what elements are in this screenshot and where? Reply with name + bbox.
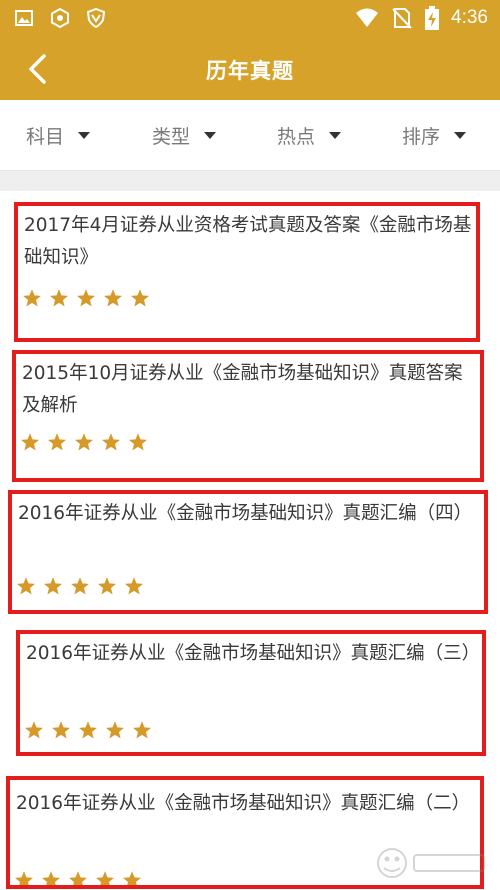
star-icon	[106, 721, 124, 739]
star-icon	[131, 289, 149, 307]
star-icon	[44, 577, 62, 595]
star-icon	[96, 871, 114, 889]
star-icon	[75, 433, 93, 451]
battery-charging-icon	[425, 6, 440, 30]
page-title: 历年真题	[206, 59, 294, 83]
no-sim-icon	[392, 8, 412, 29]
star-icon	[102, 433, 120, 451]
filter-subject[interactable]: 科目	[26, 122, 91, 149]
filter-bar: 科目 类型 热点 排序	[0, 100, 500, 171]
star-icon	[125, 577, 143, 595]
list-item[interactable]: 2016年证券从业《金融市场基础知识》真题汇编（四）	[8, 490, 488, 614]
star-icon	[48, 433, 66, 451]
star-icon	[133, 721, 151, 739]
star-icon	[79, 721, 97, 739]
star-icon	[17, 577, 35, 595]
filter-sort[interactable]: 排序	[402, 122, 467, 149]
filter-hotspot[interactable]: 热点	[277, 122, 342, 149]
image-icon	[15, 10, 33, 26]
star-icon	[50, 289, 68, 307]
rating-stars	[22, 288, 150, 308]
rating-stars	[14, 870, 142, 890]
star-icon	[25, 721, 43, 739]
watermark-logo	[377, 848, 485, 878]
filter-type[interactable]: 类型	[152, 122, 217, 149]
app-bar: 历年真题	[0, 38, 500, 100]
star-icon	[98, 577, 116, 595]
status-bar: 4:36	[0, 0, 500, 38]
filter-label: 热点	[277, 126, 316, 148]
caret-down-icon	[454, 132, 467, 139]
list-item[interactable]: 2016年证券从业《金融市场基础知识》真题汇编（三）	[16, 630, 486, 756]
item-title: 2017年4月证券从业资格考试真题及答案《金融市场基础知识》	[24, 215, 472, 268]
star-icon	[23, 289, 41, 307]
caret-down-icon	[78, 132, 91, 139]
filter-label: 科目	[26, 126, 65, 148]
rating-stars	[24, 720, 152, 740]
star-icon	[129, 433, 147, 451]
star-icon	[15, 871, 33, 889]
section-divider	[0, 171, 500, 191]
star-icon	[42, 871, 60, 889]
shield-v-icon	[86, 8, 106, 28]
star-icon	[123, 871, 141, 889]
item-title: 2016年证券从业《金融市场基础知识》真题汇编（二）	[16, 793, 471, 814]
star-icon	[21, 433, 39, 451]
list-item[interactable]: 2017年4月证券从业资格考试真题及答案《金融市场基础知识》	[14, 202, 480, 342]
settings-ring-icon	[51, 8, 69, 28]
filter-label: 类型	[152, 126, 191, 148]
rating-stars	[16, 576, 144, 596]
star-icon	[52, 721, 70, 739]
item-title: 2016年证券从业《金融市场基础知识》真题汇编（四）	[18, 503, 473, 524]
wifi-icon	[356, 8, 379, 27]
list-item[interactable]: 2015年10月证券从业《金融市场基础知识》真题答案及解析	[12, 350, 484, 482]
filter-label: 排序	[402, 126, 441, 148]
star-icon	[71, 577, 89, 595]
item-title: 2015年10月证券从业《金融市场基础知识》真题答案及解析	[22, 363, 463, 416]
star-icon	[77, 289, 95, 307]
rating-stars	[20, 432, 148, 452]
star-icon	[69, 871, 87, 889]
caret-down-icon	[204, 132, 217, 139]
star-icon	[104, 289, 122, 307]
caret-down-icon	[329, 132, 342, 139]
status-time: 4:36	[451, 7, 488, 28]
item-title: 2016年证券从业《金融市场基础知识》真题汇编（三）	[26, 643, 481, 664]
